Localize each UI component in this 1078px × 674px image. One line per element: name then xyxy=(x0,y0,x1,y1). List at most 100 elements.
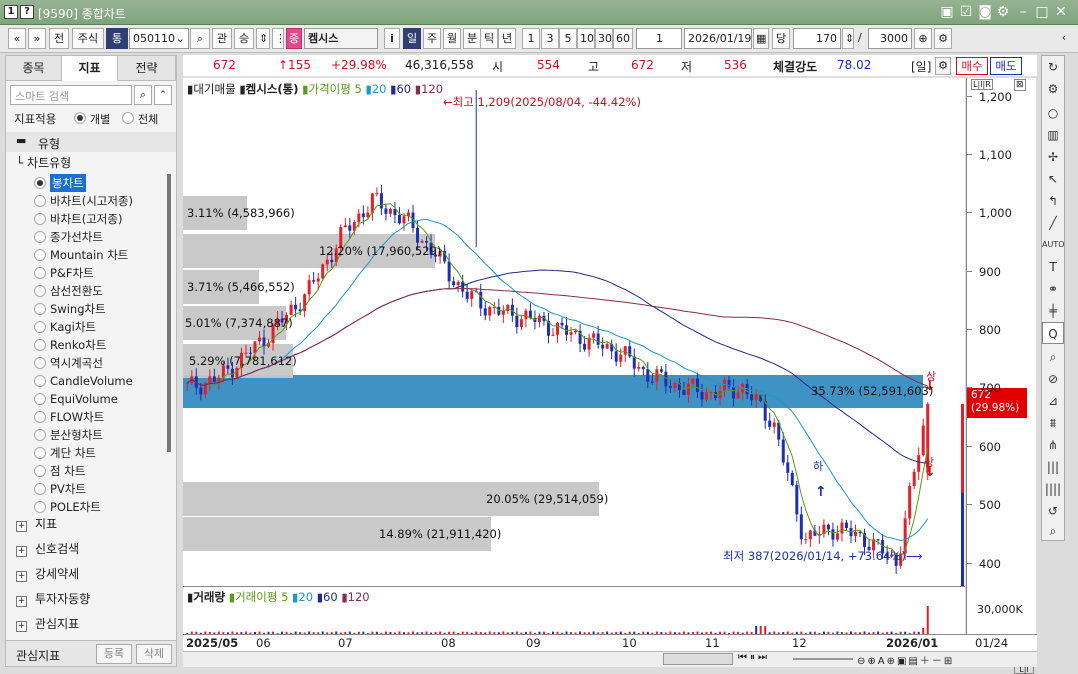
num-5[interactable]: 5 xyxy=(559,28,577,49)
chart-type-item[interactable]: 계단 차트 xyxy=(50,444,96,462)
radio-chart-type[interactable] xyxy=(34,357,46,369)
chart-type-item[interactable]: POLE차트 xyxy=(50,498,101,516)
expand-icon[interactable]: + xyxy=(16,621,27,632)
group-row[interactable]: + 투자자동향 xyxy=(16,589,90,609)
zoom-slider[interactable] xyxy=(793,658,853,660)
chart-type-item[interactable]: Renko차트 xyxy=(50,336,106,354)
radio-chart-type[interactable] xyxy=(34,285,46,297)
gear-icon[interactable]: ⚙ xyxy=(935,57,951,75)
subfolder-row[interactable]: └ 차트유형 xyxy=(16,154,71,171)
price-chart[interactable]: ▮대기매물 ▮켐시스(통) ▮가격이평 5 ▮20 ▮60 ▮120 ←최고 1… xyxy=(183,78,965,586)
playback-controls[interactable]: ⏮⏸⏭ xyxy=(738,652,770,663)
split-icon[interactable]: ⋮ xyxy=(272,28,286,49)
search-icon[interactable]: ⌕ xyxy=(134,85,152,105)
info-button[interactable]: i xyxy=(384,28,400,49)
chart-type-item[interactable]: 봉차트 xyxy=(50,174,86,192)
pointer-icon[interactable]: ↰ xyxy=(1042,190,1064,212)
expand-icon[interactable]: + xyxy=(16,546,27,557)
radio-chart-type[interactable] xyxy=(34,249,46,261)
time-axis[interactable]: 01/24 2025/05 06 07 08 09 10 11 12 2026/01 xyxy=(183,634,1037,651)
gear-icon[interactable]: ⚙ xyxy=(934,28,952,49)
period-week[interactable]: 주 xyxy=(423,28,441,49)
expand-icon[interactable]: + xyxy=(16,571,27,582)
settings-icon[interactable]: ⚙ xyxy=(1042,78,1064,100)
sell-button[interactable]: 매도 xyxy=(990,57,1022,75)
restore-icon[interactable]: ▣ xyxy=(938,4,956,20)
jeon-button[interactable]: 전 xyxy=(49,28,69,49)
search-icon[interactable]: ⌕ xyxy=(1042,520,1064,542)
bars-icon[interactable]: ||| xyxy=(1042,456,1064,478)
radio-all[interactable] xyxy=(122,112,134,124)
next-button[interactable]: » xyxy=(28,28,46,49)
gear-icon[interactable]: ⚙ xyxy=(994,4,1012,20)
chart-icon[interactable]: ▥ xyxy=(1042,124,1064,146)
delete-button[interactable]: 삭제 xyxy=(136,644,172,664)
radio-chart-type[interactable] xyxy=(34,267,46,279)
chevron-down-icon[interactable]: ⌄ xyxy=(176,29,185,48)
text-icon[interactable]: T xyxy=(1042,256,1064,278)
view-controls[interactable]: ⊖⊕A⊕▣▤＋－⊞ xyxy=(857,652,954,667)
chart-type-item[interactable]: 분산형차트 xyxy=(50,426,103,444)
scrollbar[interactable] xyxy=(167,174,171,452)
register-button[interactable]: 등록 xyxy=(96,644,132,664)
expand-icon[interactable]: + xyxy=(16,596,27,607)
radio-chart-type[interactable] xyxy=(34,375,46,387)
bars4-icon[interactable]: |||| xyxy=(1042,478,1064,500)
num-30[interactable]: 30 xyxy=(595,28,613,49)
bar-count-input[interactable]: 170 xyxy=(793,28,841,49)
minimize-icon[interactable]: – xyxy=(1014,4,1032,20)
chart-type-item[interactable]: Kagi차트 xyxy=(50,318,96,336)
radio-chart-type[interactable] xyxy=(34,177,46,189)
stock-code-input[interactable]: 050110 ⌄ xyxy=(129,28,189,49)
group-row[interactable]: + 신호검색 xyxy=(16,539,79,559)
ruler-icon[interactable]: ⊿ xyxy=(1042,390,1064,412)
stock-type-button[interactable]: 주식 xyxy=(72,28,104,49)
tab-strategy[interactable]: 전략 xyxy=(118,56,176,81)
crosshair-icon[interactable]: ✢ xyxy=(1042,146,1064,168)
chevron-left-icon[interactable]: ‹ xyxy=(1058,28,1070,49)
calendar-icon[interactable]: ▦ xyxy=(753,28,769,49)
num-1[interactable]: 1 xyxy=(522,28,540,49)
price-axis[interactable]: L|I|R L|I ⊠ 672 (29.98%) 30,000K 1,200 1,1… xyxy=(966,78,1036,674)
buy-button[interactable]: 매수 xyxy=(956,57,988,75)
tong-button[interactable]: 통 xyxy=(106,28,128,49)
seung-button[interactable]: 승 xyxy=(234,28,254,49)
chart-type-item[interactable]: 바차트(고저종) xyxy=(50,210,122,228)
badge-1[interactable]: 1 xyxy=(4,5,18,19)
camera-icon[interactable]: ◙ xyxy=(976,4,994,20)
volume-pane[interactable]: ▮거래량 ▮거래이평 5 ▮20 ▮60 ▮120 xyxy=(183,586,965,634)
gwan-button[interactable]: 관 xyxy=(212,28,232,49)
tab-stock[interactable]: 종목 xyxy=(6,56,62,81)
zoom-icon[interactable]: Q xyxy=(1042,322,1064,344)
chart-type-item[interactable]: 점 차트 xyxy=(50,462,85,480)
chart-type-item[interactable]: Mountain 차트 xyxy=(50,246,128,264)
collapse-icon[interactable]: ⌃ xyxy=(154,85,172,105)
radio-chart-type[interactable] xyxy=(34,501,46,513)
chart-type-item[interactable]: EquiVolume xyxy=(50,390,118,408)
log-scale-icon[interactable]: L|I|R xyxy=(971,79,993,90)
circle-icon[interactable]: ○ xyxy=(1042,102,1064,124)
auto-line-icon[interactable]: AUTO xyxy=(1042,234,1065,256)
period-year[interactable]: 년 xyxy=(498,28,516,49)
chart-type-item[interactable]: P&F차트 xyxy=(50,264,94,282)
period-day[interactable]: 일 xyxy=(403,28,421,49)
maximize-icon[interactable]: □ xyxy=(1033,4,1051,20)
radio-chart-type[interactable] xyxy=(34,303,46,315)
line-icon[interactable]: ╱ xyxy=(1042,212,1064,234)
count-input[interactable]: 1 xyxy=(636,28,682,49)
zoom-area-icon[interactable]: ⊘ xyxy=(1042,368,1064,390)
pitchfork-icon[interactable]: ⋔ xyxy=(1042,434,1064,456)
radio-chart-type[interactable] xyxy=(34,195,46,207)
date-input[interactable]: 2026/01/19 xyxy=(684,28,752,49)
group-row[interactable]: + 강세약세 xyxy=(16,564,79,584)
chart-type-item[interactable]: 바차트(시고저종) xyxy=(50,192,133,210)
radio-chart-type[interactable] xyxy=(34,411,46,423)
chart-type-item[interactable]: 삼선전환도 xyxy=(50,282,103,300)
num-10[interactable]: 10 xyxy=(577,28,595,49)
smart-search-input[interactable]: 스마트 검색 xyxy=(10,85,132,105)
link-icon[interactable]: ⚭ xyxy=(1042,278,1064,300)
radio-chart-type[interactable] xyxy=(34,483,46,495)
close-icon[interactable]: ✕ xyxy=(1052,4,1070,20)
refresh-icon[interactable]: ↻ xyxy=(1042,56,1064,78)
radio-chart-type[interactable] xyxy=(34,447,46,459)
